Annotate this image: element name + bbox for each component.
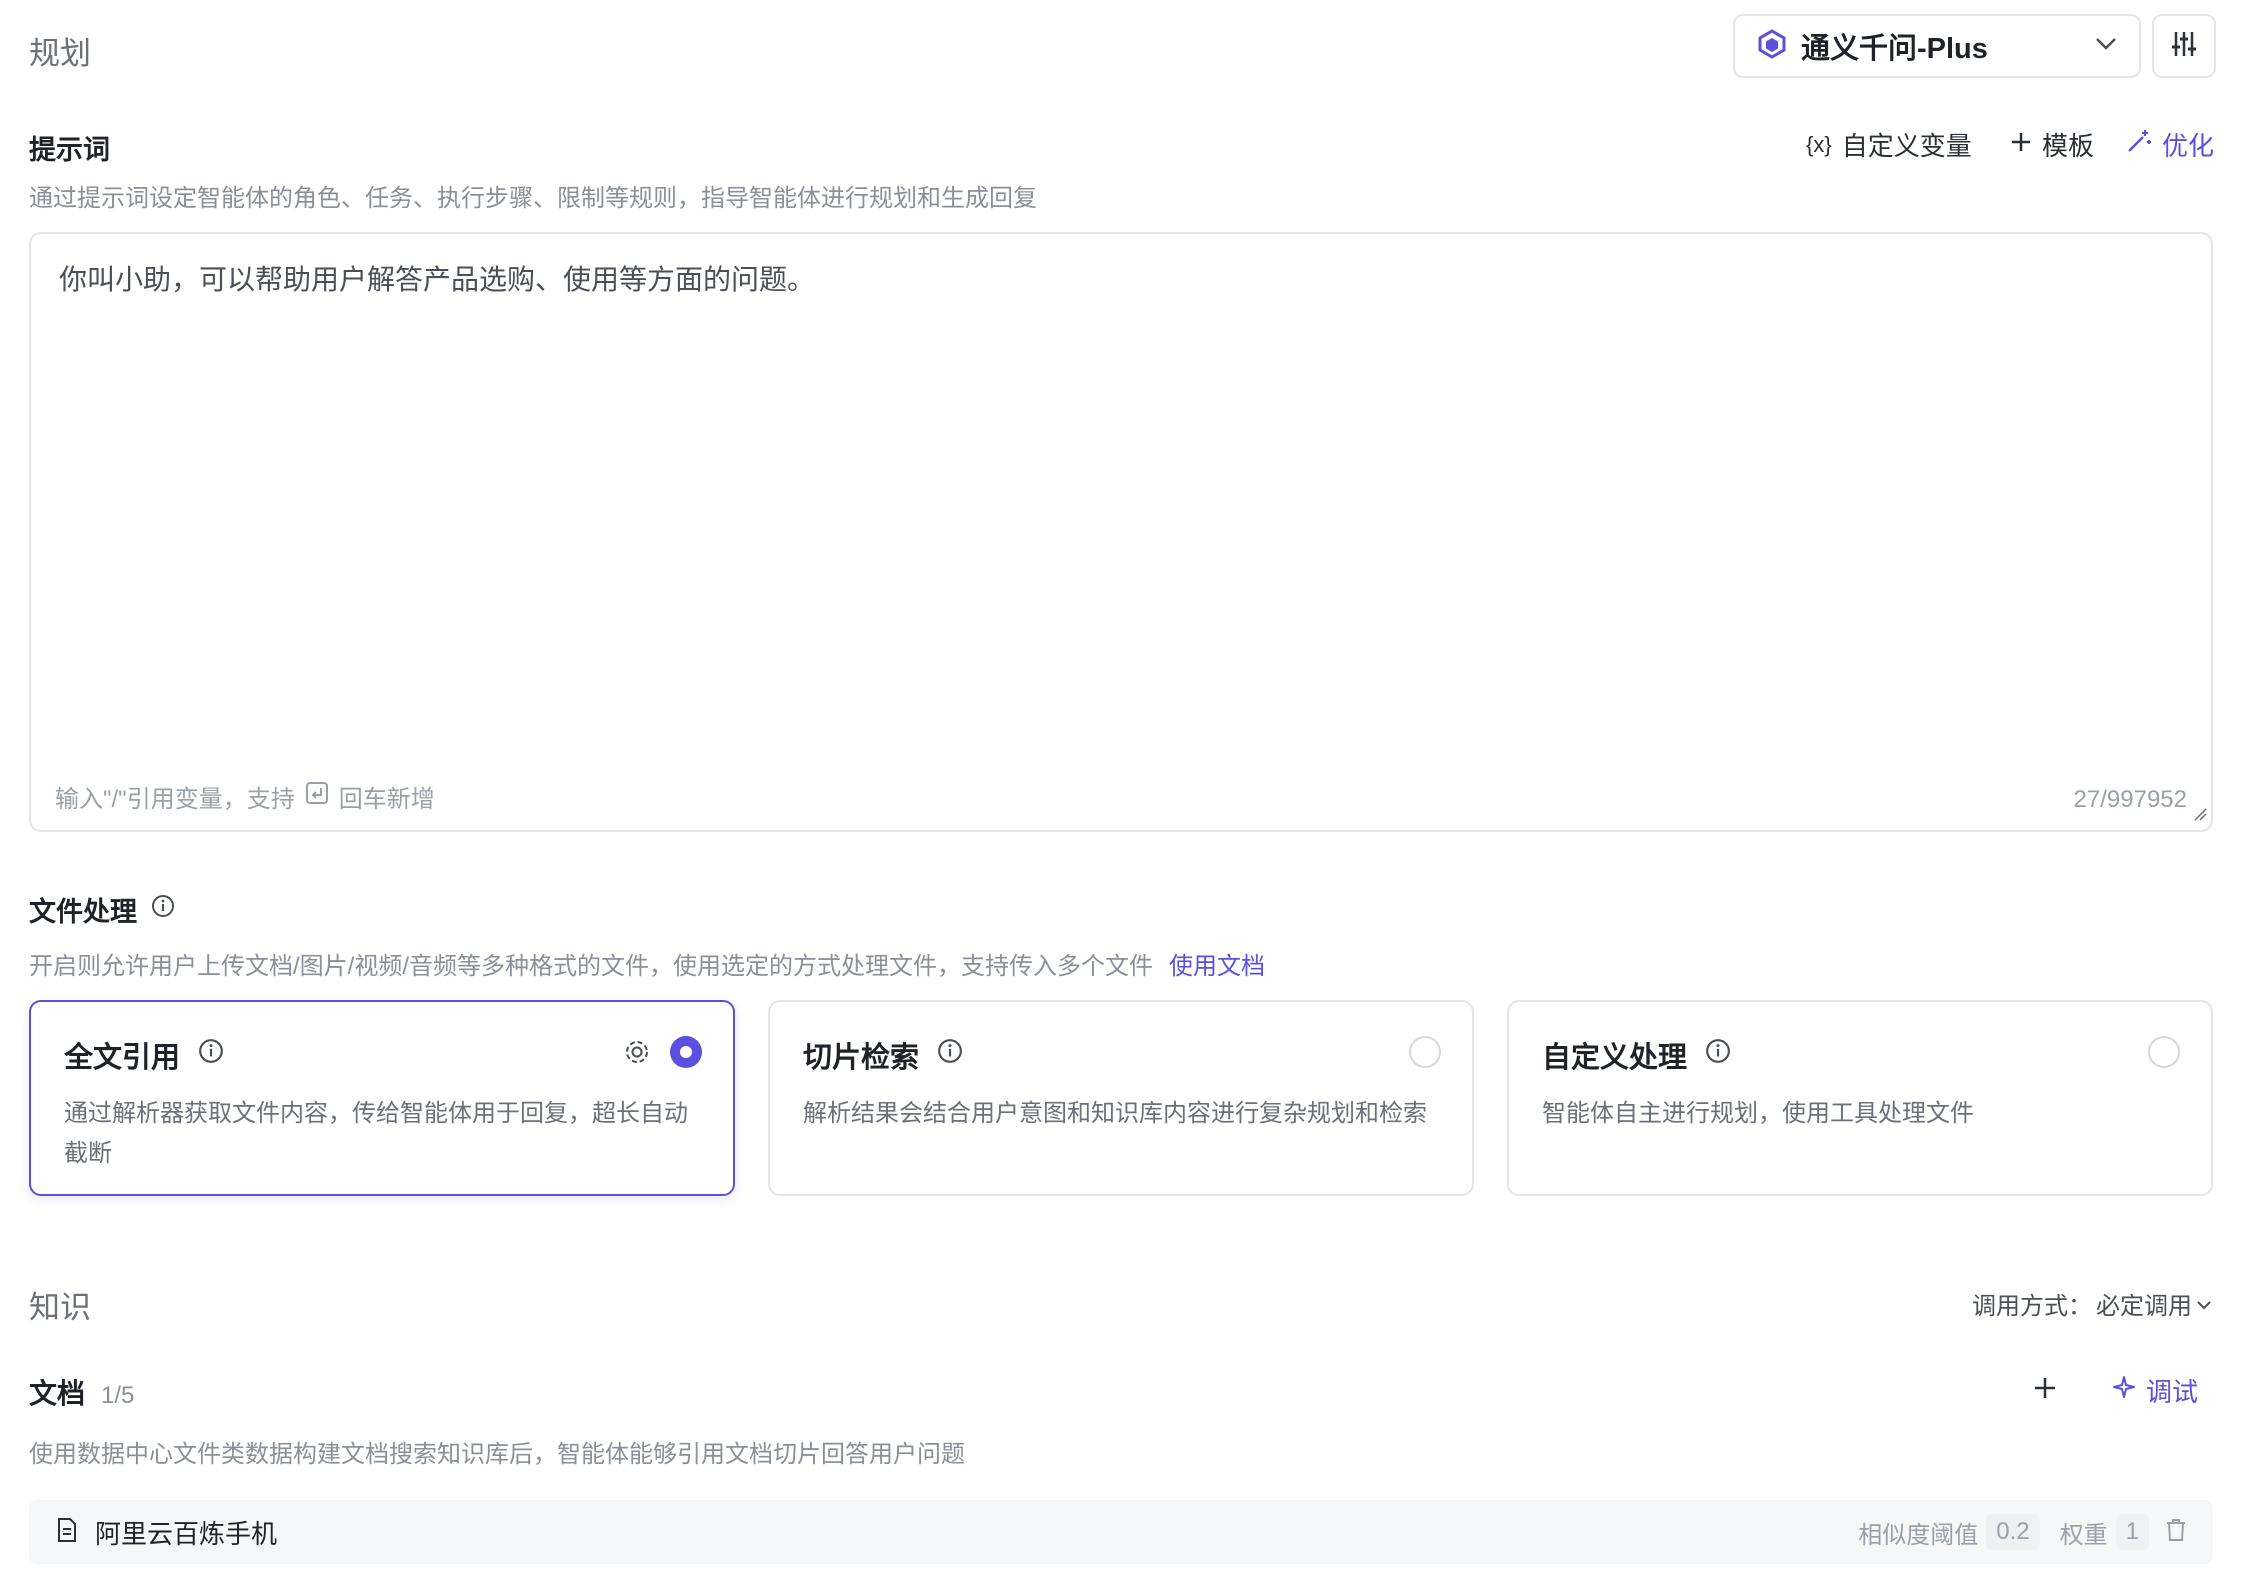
file-processing-description-row: 开启则允许用户上传文档/图片/视频/音频等多种格式的文件，使用选定的方式处理文件…	[29, 946, 1265, 981]
info-icon[interactable]	[151, 894, 175, 925]
file-processing-description: 开启则允许用户上传文档/图片/视频/音频等多种格式的文件，使用选定的方式处理文件…	[29, 953, 1154, 980]
weight-label: 权重	[2059, 1521, 2108, 1549]
info-icon[interactable]	[198, 1038, 224, 1072]
gear-icon[interactable]	[623, 1038, 651, 1071]
info-icon[interactable]	[937, 1038, 963, 1072]
weight-value[interactable]: 1	[2115, 1514, 2149, 1550]
prompt-description: 通过提示词设定智能体的角色、任务、执行步骤、限制等规则，指导智能体进行规划和生成…	[29, 185, 1037, 212]
optimize-button[interactable]: 优化	[2126, 126, 2214, 163]
option-body: 解析结果会结合用户意图和知识库内容进行复杂规划和检索	[803, 1100, 1427, 1127]
usage-docs-link[interactable]: 使用文档	[1169, 946, 1265, 981]
enter-key-icon	[305, 781, 329, 812]
option-card-custom-processing[interactable]: 自定义处理 智能体自主进行规划，使用工具处理文件	[1507, 1000, 2213, 1196]
resize-handle-icon[interactable]	[2193, 807, 2207, 826]
custom-variable-button[interactable]: {x} 自定义变量	[1806, 126, 1972, 163]
option-card-chunk-retrieval[interactable]: 切片检索 解析结果会结合用户意图和知识库内容进行复杂规划和检索	[768, 1000, 1474, 1196]
prompt-hint-suffix: 回车新增	[338, 786, 435, 813]
chevron-down-icon	[2196, 1290, 2212, 1318]
chevron-down-icon	[2095, 37, 2117, 56]
plus-icon	[2010, 129, 2032, 160]
template-label: 模板	[2042, 131, 2095, 161]
file-processing-header: 文件处理	[29, 890, 175, 929]
documents-description: 使用数据中心文件类数据构建文档搜索知识库后，智能体能够引用文档切片回答用户问题	[29, 1441, 965, 1468]
document-name: 阿里云百炼手机	[95, 1518, 278, 1549]
prompt-hint-prefix: 输入"/"引用变量，支持	[55, 786, 295, 813]
page-title: 规划	[29, 36, 91, 71]
option-title-text: 切片检索	[803, 1042, 920, 1074]
radio-unselected[interactable]	[2148, 1036, 2180, 1068]
sparkle-icon	[2112, 1375, 2136, 1406]
optimize-label: 优化	[2162, 131, 2215, 161]
option-title: 自定义处理	[1542, 1034, 1731, 1076]
call-mode-select[interactable]: 调用方式： 必定调用	[1972, 1286, 2212, 1321]
option-card-full-text[interactable]: 全文引用 通过解析器获取文件内容，传给智能体用于回复，超长自动截断	[29, 1000, 735, 1196]
magic-wand-icon	[2126, 128, 2152, 161]
model-settings-button[interactable]	[2152, 14, 2216, 78]
option-title-text: 自定义处理	[1542, 1042, 1688, 1074]
debug-label: 调试	[2146, 1377, 2199, 1407]
trash-icon[interactable]	[2165, 1518, 2187, 1547]
option-title: 切片检索	[803, 1034, 963, 1076]
call-mode-value: 必定调用	[2096, 1293, 2192, 1320]
prompt-hint: 输入"/"引用变量，支持 回车新增	[55, 779, 435, 814]
documents-header: 文档 1/5	[29, 1372, 134, 1412]
template-button[interactable]: 模板	[2010, 126, 2094, 163]
model-name: 通义千问-Plus	[1801, 33, 1988, 65]
debug-button[interactable]: 调试	[2112, 1372, 2198, 1409]
sliders-icon	[2169, 29, 2199, 64]
option-title-text: 全文引用	[64, 1042, 181, 1074]
similarity-label: 相似度阈值	[1858, 1521, 1979, 1549]
prompt-textarea[interactable]: 你叫小助，可以帮助用户解答产品选购、使用等方面的问题。 输入"/"引用变量，支持…	[29, 232, 2213, 832]
option-title: 全文引用	[64, 1034, 224, 1076]
prompt-text: 你叫小助，可以帮助用户解答产品选购、使用等方面的问题。	[59, 264, 816, 295]
document-row[interactable]: 阿里云百炼手机 相似度阈值 0.2 权重 1	[29, 1500, 2213, 1564]
model-logo-icon	[1757, 28, 1787, 64]
custom-variable-label: 自定义变量	[1841, 131, 1972, 161]
document-icon	[55, 1517, 79, 1548]
file-processing-label: 文件处理	[29, 897, 137, 927]
similarity-value[interactable]: 0.2	[1986, 1514, 2040, 1550]
info-icon[interactable]	[1705, 1038, 1731, 1072]
add-document-button[interactable]	[2033, 1376, 2057, 1405]
call-mode-label: 调用方式：	[1972, 1293, 2092, 1320]
knowledge-title: 知识	[29, 1290, 91, 1325]
model-select[interactable]: 通义千问-Plus	[1733, 14, 2141, 78]
documents-count: 1/5	[101, 1382, 135, 1409]
option-body: 通过解析器获取文件内容，传给智能体用于回复，超长自动截断	[64, 1100, 688, 1167]
radio-unselected[interactable]	[1409, 1036, 1441, 1068]
radio-selected[interactable]	[670, 1036, 702, 1068]
variable-icon: {x}	[1806, 131, 1832, 157]
prompt-char-count: 27/997952	[2073, 786, 2187, 813]
documents-label: 文档	[29, 1378, 86, 1409]
option-body: 智能体自主进行规划，使用工具处理文件	[1542, 1100, 1974, 1127]
prompt-label: 提示词	[29, 135, 110, 165]
